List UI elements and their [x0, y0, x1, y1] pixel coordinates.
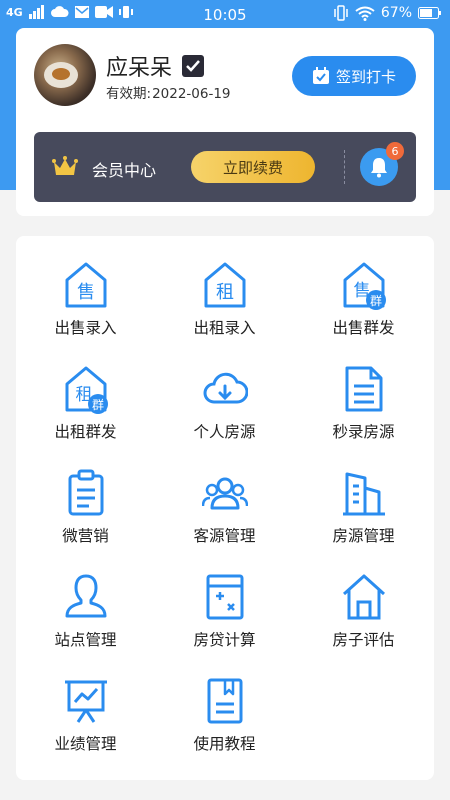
status-bar: 4G 10:05 67%: [0, 0, 450, 30]
grid-item-property-management[interactable]: 房源管理: [294, 444, 433, 548]
status-right: 67%: [333, 5, 442, 21]
avatar[interactable]: [34, 44, 96, 106]
buildings-icon: [343, 472, 385, 516]
battery-icon: [418, 7, 441, 19]
vibrate-mode-icon: [334, 5, 348, 21]
grid-item-sell-entry[interactable]: 售 出售录入: [16, 236, 155, 340]
battery-percent: 67%: [380, 5, 412, 21]
grid-item-label: 客源管理: [193, 527, 256, 545]
calculator-icon: [206, 574, 244, 620]
grid-item-label: 业绩管理: [54, 735, 117, 753]
grid-item-client-management[interactable]: 客源管理: [155, 444, 294, 548]
expiry-label: 有效期:: [106, 86, 152, 102]
house-rent-icon: 租: [204, 262, 246, 308]
membership-expiry: 有效期:2022-06-19: [106, 82, 231, 102]
house-sell-icon: 售: [65, 262, 107, 308]
divider: [344, 150, 345, 184]
grid-item-rent-entry[interactable]: 租 出租录入: [155, 236, 294, 340]
users-icon: [202, 477, 248, 510]
grid-item-label: 出售录入: [54, 319, 117, 337]
grid-item-label: 房源管理: [332, 527, 395, 545]
house-sell-icon-char: 售: [77, 282, 95, 303]
calendar-check-icon: [312, 67, 329, 84]
grid-item-label: 房贷计算: [193, 631, 256, 649]
house-rent-icon-char: 租: [216, 282, 234, 303]
home-icon: [342, 574, 386, 620]
book-icon: [207, 678, 243, 724]
bell-icon: [371, 158, 387, 178]
grid-item-label: 微营销: [62, 527, 109, 545]
grid-item-label: 使用教程: [193, 735, 256, 753]
grid-item-label: 出租群发: [54, 423, 117, 441]
grid-item-label: 房子评估: [332, 631, 395, 649]
checkin-button[interactable]: 签到打卡: [292, 56, 416, 96]
checkin-button-label: 签到打卡: [335, 67, 396, 86]
house-sell-group-icon-badge: 群: [370, 294, 382, 308]
grid-item-tutorial[interactable]: 使用教程: [155, 652, 294, 756]
document-icon: [345, 366, 383, 412]
avatar-food: [52, 68, 70, 80]
chart-board-icon: [65, 680, 107, 723]
notification-badge: 6: [386, 142, 404, 160]
grid-item-mortgage-calculator[interactable]: 房贷计算: [155, 548, 294, 652]
grid-item-label: 个人房源: [193, 423, 256, 441]
grid-item-performance[interactable]: 业绩管理: [16, 652, 155, 756]
verified-badge-icon: [182, 55, 204, 77]
house-rent-group-icon: 租 群: [65, 366, 108, 414]
grid-item-rent-broadcast[interactable]: 租 群 出租群发: [16, 340, 155, 444]
profile-card: 应呆呆 有效期:2022-06-19 签到打卡 会员中心 立即续费 6: [16, 28, 434, 216]
grid-item-label: 出售群发: [332, 319, 395, 337]
grid-item-sell-broadcast[interactable]: 售 群 出售群发: [294, 236, 433, 340]
member-center-label: 会员中心: [92, 161, 157, 180]
member-center-bar[interactable]: 会员中心 立即续费 6: [34, 132, 416, 202]
grid-item-site-management[interactable]: 站点管理: [16, 548, 155, 652]
grid-item-label: 出租录入: [193, 319, 256, 337]
renew-button[interactable]: 立即续费: [191, 151, 315, 183]
grid-item-personal-listings[interactable]: 个人房源: [155, 340, 294, 444]
grid-item-quick-listing[interactable]: 秒录房源: [294, 340, 433, 444]
grid-item-house-appraisal[interactable]: 房子评估: [294, 548, 433, 652]
clipboard-icon: [68, 469, 104, 516]
crown-icon: [52, 156, 78, 175]
house-rent-group-icon-badge: 群: [92, 398, 104, 412]
cloud-download-icon: [203, 372, 248, 404]
grid-item-label: 站点管理: [54, 631, 117, 649]
feature-grid: 售 出售录入 租 出租录入 售 群 出售群发 租 群 出租群发 个人房源 秒录房…: [16, 236, 434, 780]
person-icon: [65, 574, 107, 618]
house-sell-group-icon: 售 群: [343, 262, 386, 310]
wifi-icon: [355, 6, 375, 21]
grid-item-label: 秒录房源: [332, 423, 395, 441]
user-name: 应呆呆: [106, 56, 173, 81]
grid-item-micro-marketing[interactable]: 微营销: [16, 444, 155, 548]
expiry-date: 2022-06-19: [152, 86, 231, 102]
